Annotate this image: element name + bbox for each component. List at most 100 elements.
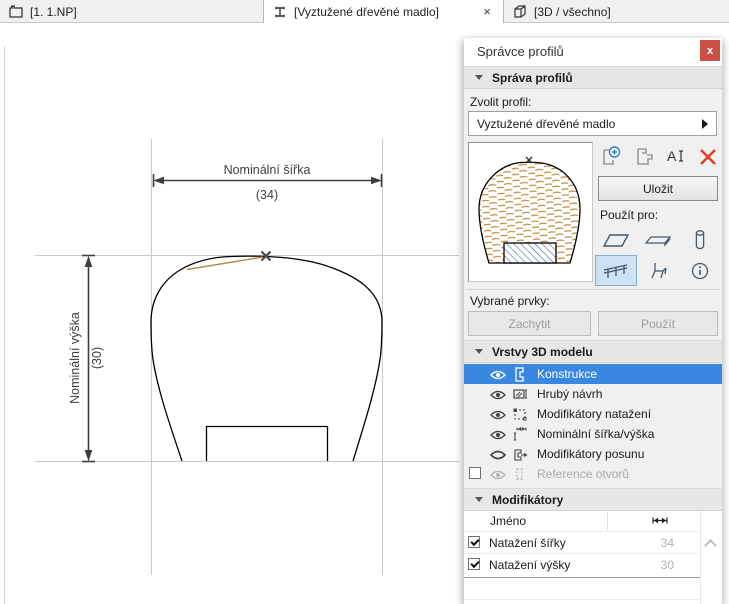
layer-type-opening-icon xyxy=(512,466,528,485)
svg-text:A: A xyxy=(667,148,677,164)
section-3d-layers-label: Vrstvy 3D modelu xyxy=(492,345,593,359)
panel-titlebar[interactable]: Správce profilů x xyxy=(464,38,722,66)
tab-bar: [1. 1.NP] [Vyztužené dřevěné madlo] × [3… xyxy=(0,0,729,23)
modifier-row-height[interactable]: Natažení výšky 30 xyxy=(464,553,700,575)
section-3d-layers[interactable]: Vrstvy 3D modelu xyxy=(464,340,722,363)
eye-visible-icon[interactable] xyxy=(490,409,506,423)
reinforcement-outline[interactable] xyxy=(207,427,328,462)
app-window: [1. 1.NP] [Vyztužené dřevěné madlo] × [3… xyxy=(0,0,729,604)
layer-row-reference-otvoru[interactable]: Reference otvorů xyxy=(464,464,722,484)
profile-preview xyxy=(468,142,593,282)
layer-name: Konstrukce xyxy=(537,367,597,381)
tab-profile-editor-label: [Vyztužené dřevěné madlo] xyxy=(294,5,439,19)
modifier-value: 34 xyxy=(632,536,674,550)
profile-outline[interactable] xyxy=(151,256,382,461)
save-button[interactable]: Uložit xyxy=(598,176,718,201)
section-profile-management[interactable]: Správa profilů xyxy=(464,66,722,89)
table-end-line xyxy=(464,577,700,578)
panel-title: Správce profilů xyxy=(477,38,564,66)
profile-dropdown[interactable]: Vyztužené dřevěné madlo xyxy=(468,111,717,136)
layer-name: Modifikátory natažení xyxy=(537,407,651,421)
layer-row-konstrukce[interactable]: Konstrukce xyxy=(464,364,722,384)
use-for-grid xyxy=(595,224,721,286)
layer-type-offset-icon xyxy=(512,446,528,465)
eye-disabled-icon[interactable] xyxy=(490,469,506,483)
layer-type-stretch-icon xyxy=(512,406,528,425)
3d-view-icon xyxy=(512,4,528,20)
use-for-column-icon[interactable] xyxy=(679,224,721,255)
tab-close-icon[interactable]: × xyxy=(479,5,495,18)
capture-button[interactable]: Zachytit xyxy=(468,311,591,336)
rename-profile-button[interactable]: A xyxy=(662,144,688,170)
profile-toolbar: A xyxy=(597,144,721,170)
layer-row-hruby-navrh[interactable]: Hrubý návrh xyxy=(464,384,722,404)
dim-arrow-left xyxy=(153,177,164,185)
table-row-line xyxy=(464,599,700,600)
use-for-beam-icon[interactable] xyxy=(637,224,679,255)
scroll-column-separator xyxy=(700,511,701,604)
eye-visible-icon[interactable] xyxy=(490,369,506,383)
layer-row-modifikatory-natazeni[interactable]: Modifikátory natažení xyxy=(464,404,722,424)
dim-arrow-top xyxy=(85,256,93,267)
delete-profile-button[interactable] xyxy=(695,144,721,170)
height-dim-value: (30) xyxy=(90,347,104,369)
modifiers-table-header: Jméno xyxy=(464,511,722,531)
caret-down-icon xyxy=(475,497,483,502)
modifier-value: 30 xyxy=(632,558,674,572)
tab-floor-plan[interactable]: [1. 1.NP] xyxy=(0,0,263,23)
eye-visible-icon[interactable] xyxy=(490,429,506,443)
scroll-up-icon[interactable] xyxy=(706,538,715,547)
modifier-name: Natažení výšky xyxy=(489,558,570,572)
modifier-name: Natažení šířky xyxy=(489,536,566,550)
layer-type-nominal-size-icon xyxy=(512,426,528,445)
layer-row-modifikatory-posunu[interactable]: Modifikátory posunu xyxy=(464,444,722,464)
layers-list: Konstrukce Hrubý návrh Modifikátory nata xyxy=(464,364,722,484)
layer-name: Reference otvorů xyxy=(537,467,629,481)
profile-dropdown-value: Vyztužené dřevěné madlo xyxy=(477,117,615,131)
caret-down-icon xyxy=(475,75,483,80)
dimension-column-icon xyxy=(650,515,670,529)
use-for-object-icon[interactable] xyxy=(637,255,679,286)
selected-elements-label: Vybrané prvky: xyxy=(470,294,550,308)
apply-button[interactable]: Použít xyxy=(598,311,718,336)
modifiers-table: Jméno Natažení šířky 34 Natažení výšky 3… xyxy=(464,511,722,604)
dim-arrow-bottom xyxy=(85,450,93,461)
section-modifiers[interactable]: Modifikátory xyxy=(464,488,722,511)
profile-ibeam-icon xyxy=(272,4,288,20)
tab-floor-plan-label: [1. 1.NP] xyxy=(30,5,77,19)
profile-preview-image xyxy=(469,143,592,281)
modifier-row-width[interactable]: Natažení šířky 34 xyxy=(464,531,700,553)
dim-arrow-right xyxy=(371,177,382,185)
width-dim-value: (34) xyxy=(256,188,278,202)
modifier-checkbox[interactable] xyxy=(468,536,480,548)
modifier-checkbox[interactable] xyxy=(468,558,480,570)
divider xyxy=(466,289,720,290)
tab-3d[interactable]: [3D / všechno] xyxy=(504,0,729,23)
tab-profile-editor[interactable]: [Vyztužené dřevěné madlo] × xyxy=(263,0,504,23)
caret-down-icon xyxy=(475,349,483,354)
height-dim-label: Nominální výška xyxy=(68,312,82,404)
eye-visible-icon[interactable] xyxy=(490,389,506,403)
dropdown-arrow-icon xyxy=(702,119,708,129)
tab-3d-label: [3D / všechno] xyxy=(534,5,611,19)
use-for-info-icon[interactable] xyxy=(679,255,721,286)
panel-close-button[interactable]: x xyxy=(700,40,720,61)
layer-checkbox[interactable] xyxy=(469,467,481,479)
eye-hidden-icon[interactable] xyxy=(490,449,506,463)
column-separator xyxy=(607,512,608,530)
layer-name: Nominální šířka/výška xyxy=(537,427,654,441)
layer-row-nominalni-sirka-vyska[interactable]: Nominální šířka/výška xyxy=(464,424,722,444)
use-for-wall-icon[interactable] xyxy=(595,224,637,255)
name-column-header: Jméno xyxy=(490,514,526,528)
new-profile-button[interactable] xyxy=(597,144,623,170)
choose-profile-label: Zvolit profil: xyxy=(470,95,531,109)
use-for-railing-icon[interactable] xyxy=(595,255,637,286)
section-modifiers-label: Modifikátory xyxy=(492,493,563,507)
duplicate-profile-button[interactable] xyxy=(630,144,656,170)
section-profile-management-label: Správa profilů xyxy=(492,71,573,85)
use-for-label: Použít pro: xyxy=(600,208,658,222)
stretch-modifier-line[interactable] xyxy=(187,257,263,270)
layer-type-draft-icon xyxy=(512,386,528,405)
layer-name: Hrubý návrh xyxy=(537,387,602,401)
layer-type-profile-icon xyxy=(512,366,528,385)
